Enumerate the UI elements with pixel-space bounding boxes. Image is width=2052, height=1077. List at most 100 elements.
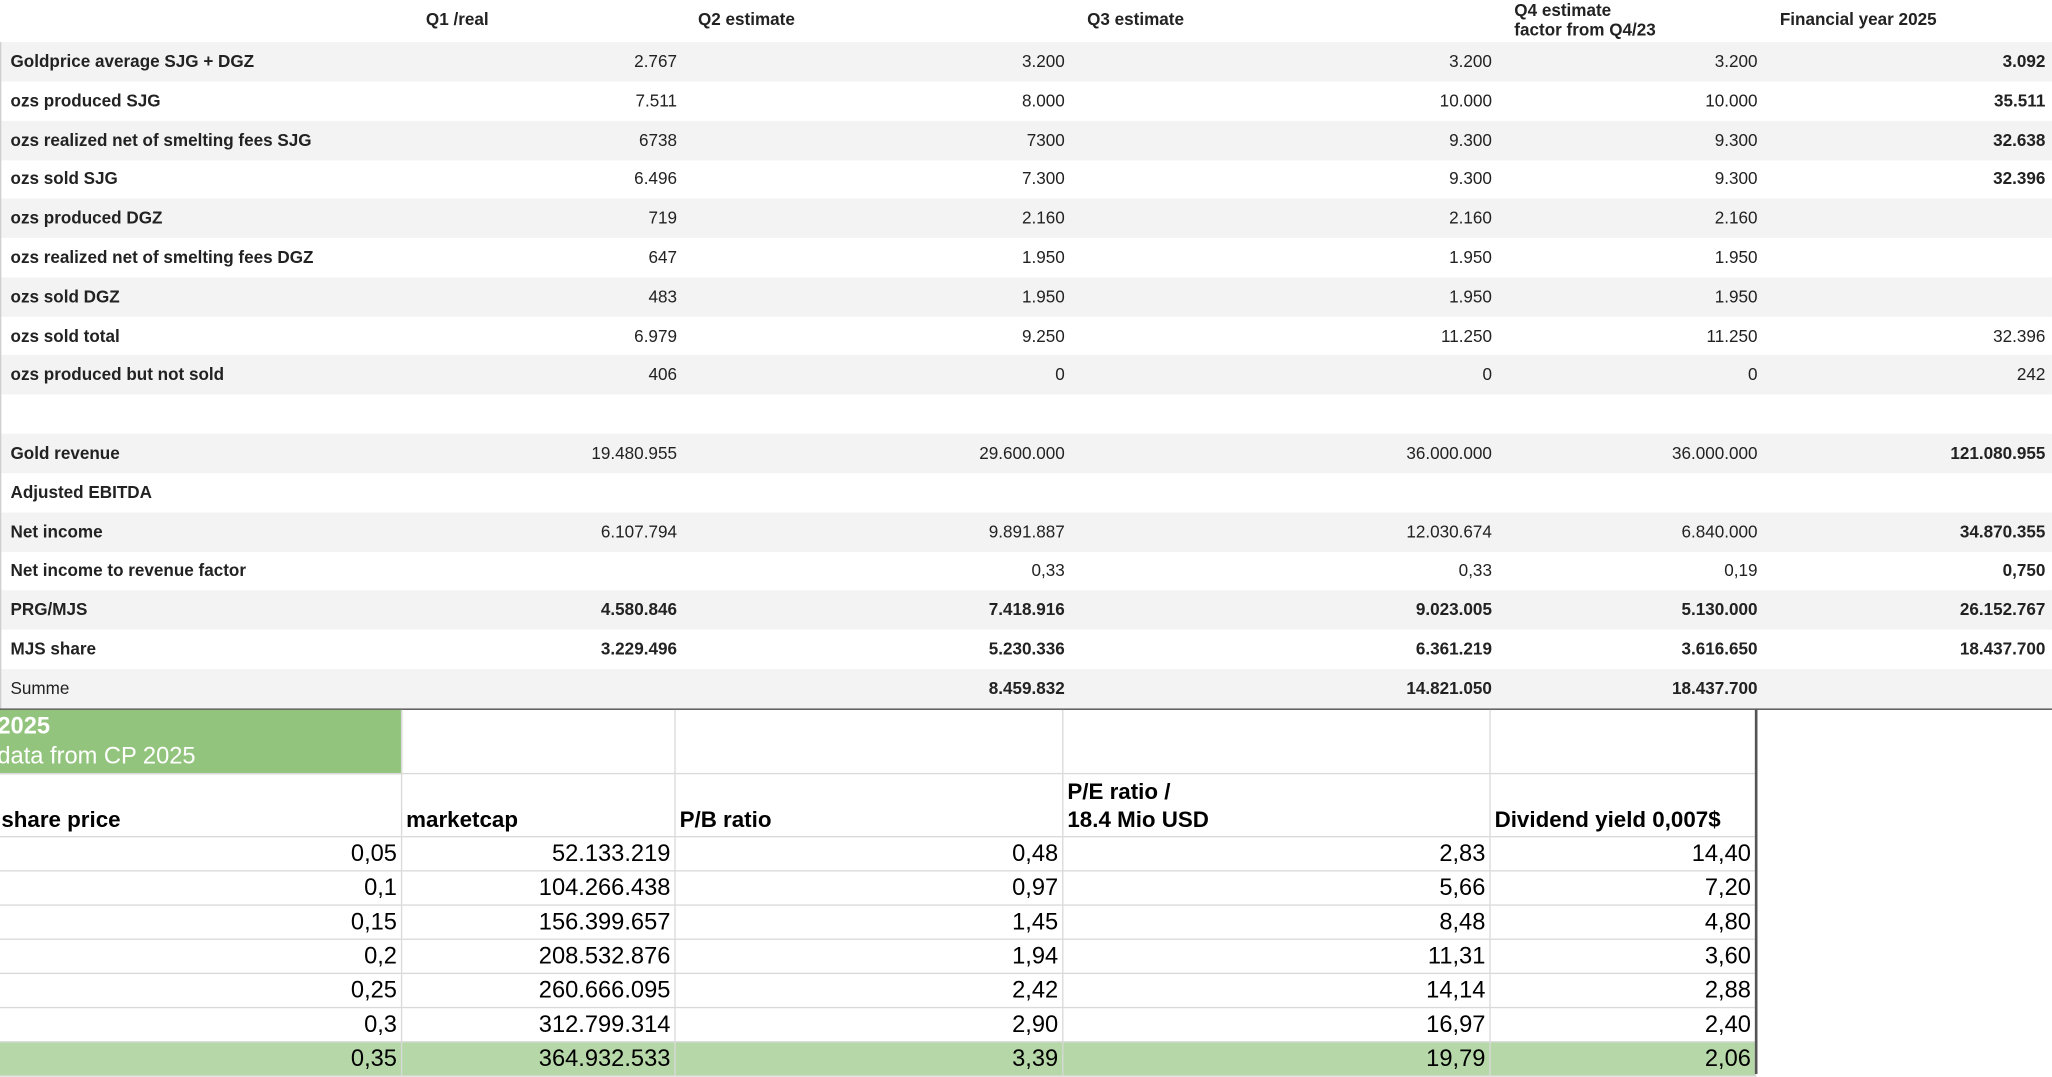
cell-q4[interactable]: 1.950 (1715, 277, 1758, 316)
empty-cell[interactable] (402, 710, 675, 774)
cell-q3[interactable]: 3.200 (1449, 42, 1492, 81)
cell-fy[interactable]: 0,750 (2003, 551, 2046, 590)
grid-cell-pe-ratio[interactable]: 8,48 (1063, 906, 1490, 940)
cell-q2[interactable]: 9.891.887 (989, 512, 1065, 551)
grid-cell-pe-ratio[interactable]: 16,97 (1063, 1008, 1490, 1042)
grid-cell-share-price[interactable]: 0,2 (0, 940, 402, 974)
table-row[interactable]: MJS share3.229.4965.230.3366.361.2193.61… (0, 630, 2052, 669)
cell-q3[interactable]: 1.950 (1449, 238, 1492, 277)
cell-q1[interactable]: 4.580.846 (601, 590, 677, 629)
cell-q1[interactable]: 2.767 (634, 42, 677, 81)
cell-fy[interactable]: 242 (2017, 355, 2046, 394)
cell-q4[interactable]: 1.950 (1715, 238, 1758, 277)
cell-q2[interactable]: 7300 (1027, 120, 1065, 159)
table-row[interactable] (0, 395, 2052, 434)
cell-q2[interactable]: 3.200 (1022, 42, 1065, 81)
table-row[interactable]: ozs sold SJG6.4967.3009.3009.30032.396 (0, 160, 2052, 199)
cell-fy[interactable]: 18.437.700 (1960, 630, 2046, 669)
grid-cell-share-price[interactable]: 0,25 (0, 974, 402, 1008)
cell-q1[interactable]: 6.496 (634, 160, 677, 199)
cell-q2[interactable]: 0,33 (1031, 551, 1064, 590)
cell-q3[interactable]: 6.361.219 (1416, 630, 1492, 669)
cell-fy[interactable]: 32.638 (1993, 120, 2045, 159)
cell-q3[interactable]: 9.300 (1449, 160, 1492, 199)
table-row[interactable]: ozs sold total6.9799.25011.25011.25032.3… (0, 316, 2052, 355)
cell-q3[interactable]: 12.030.674 (1406, 512, 1492, 551)
header-dividend-yield[interactable]: Dividend yield 0,007$ (1491, 774, 1757, 837)
cell-fy[interactable]: 35.511 (1994, 81, 2045, 120)
table-row[interactable]: ozs realized net of smelting fees DGZ647… (0, 238, 2052, 277)
cell-q4[interactable]: 0,19 (1724, 551, 1757, 590)
valuation-title-cell[interactable]: 2025 data from CP 2025 (0, 710, 402, 774)
cell-q1[interactable]: 19.480.955 (591, 434, 677, 473)
cell-fy[interactable]: 32.396 (1993, 160, 2045, 199)
table-row[interactable]: Net income to revenue factor0,330,330,19… (0, 551, 2052, 590)
cell-q2[interactable]: 29.600.000 (979, 434, 1065, 473)
cell-q2[interactable]: 9.250 (1022, 316, 1065, 355)
header-q3[interactable]: Q3 estimate (1087, 9, 1184, 29)
grid-cell-dividend-yield[interactable]: 2,06 (1491, 1042, 1757, 1076)
cell-q3[interactable]: 36.000.000 (1406, 434, 1492, 473)
header-q2[interactable]: Q2 estimate (698, 9, 795, 29)
cell-q3[interactable]: 14.821.050 (1406, 669, 1492, 708)
cell-q4[interactable]: 5.130.000 (1681, 590, 1757, 629)
cell-q1[interactable]: 483 (648, 277, 677, 316)
header-financial-year[interactable]: Financial year 2025 (1780, 9, 1937, 29)
grid-cell-marketcap[interactable]: 156.399.657 (402, 906, 675, 940)
cell-q3[interactable]: 1.950 (1449, 277, 1492, 316)
grid-cell-pb-ratio[interactable]: 2,42 (676, 974, 1064, 1008)
cell-q1[interactable]: 3.229.496 (601, 630, 677, 669)
cell-q3[interactable]: 10.000 (1440, 81, 1492, 120)
table-row[interactable]: PRG/MJS4.580.8467.418.9169.023.0055.130.… (0, 590, 2052, 629)
grid-cell-marketcap[interactable]: 104.266.438 (402, 872, 675, 906)
table-row[interactable]: ozs sold DGZ4831.9501.9501.950 (0, 277, 2052, 316)
cell-q4[interactable]: 6.840.000 (1681, 512, 1757, 551)
cell-fy[interactable]: 3.092 (2003, 42, 2046, 81)
grid-cell-pe-ratio[interactable]: 5,66 (1063, 872, 1490, 906)
cell-q1[interactable]: 647 (648, 238, 677, 277)
table-row[interactable]: ozs produced DGZ7192.1602.1602.160 (0, 199, 2052, 238)
grid-cell-pe-ratio[interactable]: 2,83 (1063, 837, 1490, 871)
table-row[interactable]: Gold revenue19.480.95529.600.00036.000.0… (0, 434, 2052, 473)
cell-fy[interactable]: 34.870.355 (1960, 512, 2046, 551)
grid-cell-marketcap[interactable]: 52.133.219 (402, 837, 675, 871)
cell-q4[interactable]: 3.200 (1715, 42, 1758, 81)
cell-q3[interactable]: 0 (1482, 355, 1492, 394)
cell-q4[interactable]: 36.000.000 (1672, 434, 1758, 473)
cell-q2[interactable]: 8.459.832 (989, 669, 1065, 708)
cell-q2[interactable]: 8.000 (1022, 81, 1065, 120)
cell-q2[interactable]: 1.950 (1022, 277, 1065, 316)
table-row[interactable]: ozs produced SJG7.5118.00010.00010.00035… (0, 81, 2052, 120)
table-row[interactable]: ozs produced but not sold406000242 (0, 355, 2052, 394)
grid-cell-marketcap[interactable]: 312.799.314 (402, 1008, 675, 1042)
header-q1[interactable]: Q1 /real (426, 9, 489, 29)
cell-q1[interactable]: 719 (648, 199, 677, 238)
grid-cell-pb-ratio[interactable]: 3,39 (676, 1042, 1064, 1076)
cell-fy[interactable]: 121.080.955 (1950, 434, 2045, 473)
cell-q4[interactable]: 18.437.700 (1672, 669, 1758, 708)
cell-q1[interactable]: 6.107.794 (601, 512, 677, 551)
grid-cell-share-price[interactable]: 0,1 (0, 872, 402, 906)
grid-cell-share-price[interactable]: 0,35 (0, 1042, 402, 1076)
cell-q3[interactable]: 9.300 (1449, 120, 1492, 159)
grid-cell-dividend-yield[interactable]: 14,40 (1491, 837, 1757, 871)
cell-q4[interactable]: 3.616.650 (1681, 630, 1757, 669)
grid-cell-dividend-yield[interactable]: 4,80 (1491, 906, 1757, 940)
cell-q4[interactable]: 0 (1748, 355, 1758, 394)
grid-cell-pb-ratio[interactable]: 1,45 (676, 906, 1064, 940)
grid-cell-pb-ratio[interactable]: 2,90 (676, 1008, 1064, 1042)
cell-q1[interactable]: 6738 (639, 120, 677, 159)
grid-cell-dividend-yield[interactable]: 3,60 (1491, 940, 1757, 974)
table-row[interactable]: Goldprice average SJG + DGZ2.7673.2003.2… (0, 42, 2052, 81)
grid-cell-marketcap[interactable]: 208.532.876 (402, 940, 675, 974)
table-row[interactable]: Summe8.459.83214.821.05018.437.700 (0, 669, 2052, 708)
cell-q3[interactable]: 9.023.005 (1416, 590, 1492, 629)
header-q4-line2[interactable]: factor from Q4/23 (1514, 20, 1656, 40)
grid-cell-dividend-yield[interactable]: 2,88 (1491, 974, 1757, 1008)
grid-cell-pb-ratio[interactable]: 0,97 (676, 872, 1064, 906)
grid-cell-pe-ratio[interactable]: 14,14 (1063, 974, 1490, 1008)
header-share-price[interactable]: share price (0, 774, 402, 837)
grid-cell-pe-ratio[interactable]: 19,79 (1063, 1042, 1490, 1076)
cell-q2[interactable]: 2.160 (1022, 199, 1065, 238)
cell-q4[interactable]: 11.250 (1706, 316, 1757, 355)
